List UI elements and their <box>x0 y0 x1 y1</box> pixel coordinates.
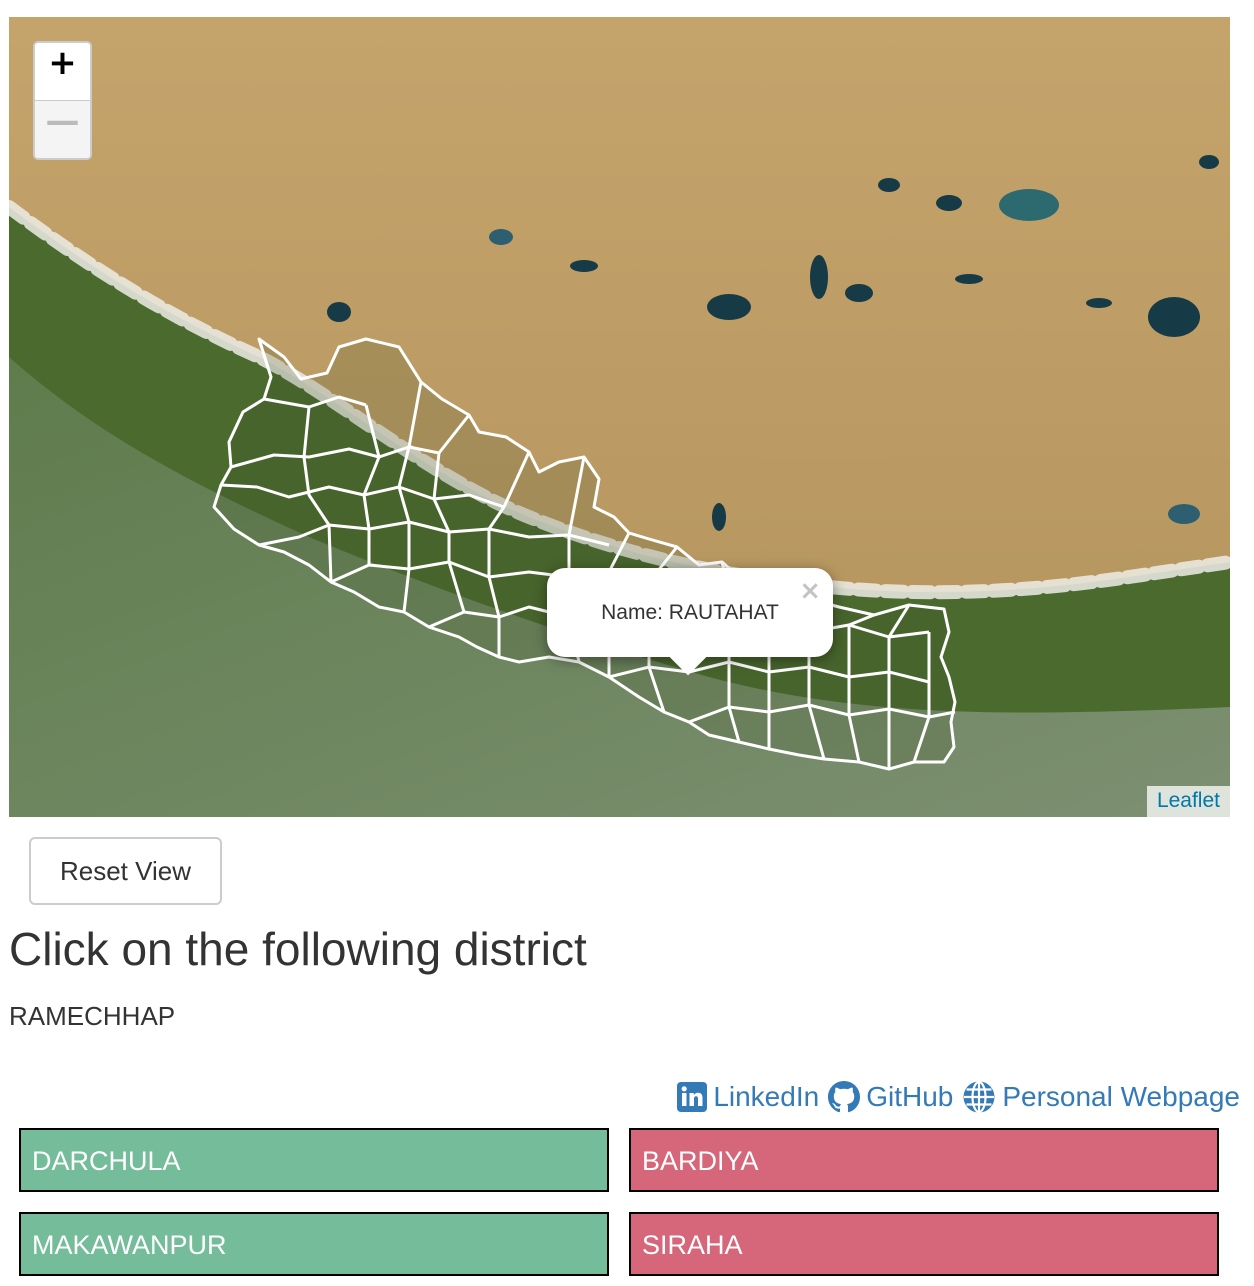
zoom-out-button[interactable]: — <box>35 100 90 158</box>
choice-button[interactable]: BARDIYA <box>629 1128 1219 1192</box>
leaflet-link[interactable]: Leaflet <box>1157 789 1220 812</box>
map-tiles[interactable] <box>9 17 1230 817</box>
zoom-in-button[interactable]: + <box>35 43 90 100</box>
social-links: LinkedIn GitHub Personal Webpage <box>677 1077 1240 1117</box>
map-attribution: Leaflet <box>1146 786 1230 817</box>
webpage-link[interactable]: Personal Webpage <box>962 1080 1240 1114</box>
satellite-map[interactable]: + — Name: RAUTAHAT × Leaflet <box>9 17 1230 817</box>
github-link[interactable]: GitHub <box>828 1081 953 1113</box>
linkedin-icon <box>677 1082 708 1112</box>
popup-close-button[interactable]: × <box>799 576 821 606</box>
github-label: GitHub <box>866 1081 954 1112</box>
choice-button[interactable]: SIRAHA <box>629 1212 1219 1276</box>
popup-content: Name: RAUTAHAT <box>601 601 779 624</box>
target-district: RAMECHHAP <box>9 1001 176 1031</box>
globe-icon <box>963 1080 995 1114</box>
district-popup: Name: RAUTAHAT × <box>547 568 833 676</box>
reset-view-button[interactable]: Reset View <box>29 837 222 905</box>
webpage-label: Personal Webpage <box>1002 1081 1240 1112</box>
choice-button[interactable]: MAKAWANPUR <box>19 1212 609 1276</box>
zoom-control: + — <box>33 41 92 160</box>
linkedin-label: LinkedIn <box>713 1081 820 1112</box>
page-heading: Click on the following district <box>9 923 587 975</box>
choice-button[interactable]: DARCHULA <box>19 1128 609 1192</box>
github-icon <box>828 1081 861 1113</box>
linkedin-link[interactable]: LinkedIn <box>677 1081 819 1113</box>
